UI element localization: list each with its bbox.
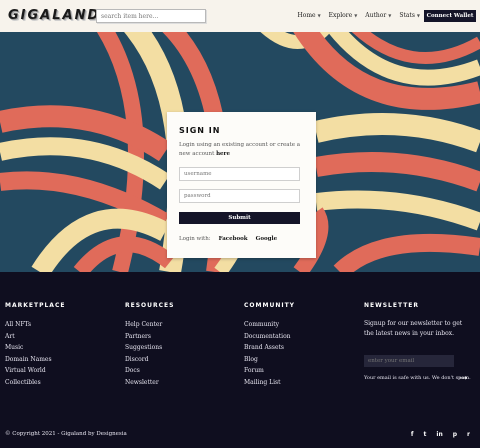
signin-subtitle-text: Login using an existing account or creat… bbox=[179, 142, 300, 157]
facebook-login-link[interactable]: Facebook bbox=[219, 236, 248, 242]
footer-col-newsletter: NEWSLETTER Signup for our newsletter to … bbox=[364, 302, 471, 384]
footer-link[interactable]: Art bbox=[5, 331, 65, 343]
newsletter-note: Your email is safe with us. We don't spa… bbox=[364, 375, 471, 381]
submit-button[interactable]: Submit bbox=[179, 212, 300, 224]
nav-explore[interactable]: Explore ▼ bbox=[329, 12, 358, 19]
rss-icon[interactable]: r bbox=[467, 431, 470, 438]
footer-link[interactable]: Documentation bbox=[244, 331, 295, 343]
password-field[interactable] bbox=[179, 189, 300, 203]
chevron-down-icon: ▼ bbox=[354, 13, 358, 18]
main-nav: Home ▼ Explore ▼ Author ▼ Stats ▼ bbox=[297, 12, 420, 19]
nav-author[interactable]: Author ▼ bbox=[365, 12, 391, 19]
nav-stats[interactable]: Stats ▼ bbox=[399, 12, 420, 19]
footer-link[interactable]: Newsletter bbox=[125, 377, 174, 389]
newsletter-title: NEWSLETTER bbox=[364, 302, 420, 309]
login-with-label: Login with: bbox=[179, 236, 211, 242]
footer-link[interactable]: Collectibles bbox=[5, 377, 65, 389]
signup-link[interactable]: here bbox=[216, 151, 230, 157]
hero-section: SIGN IN Login using an existing account … bbox=[0, 32, 480, 272]
footer-col-community: COMMUNITY Community Documentation Brand … bbox=[244, 302, 295, 388]
nav-stats-label: Stats bbox=[399, 12, 415, 19]
linkedin-icon[interactable]: in bbox=[436, 431, 442, 438]
signin-title: SIGN IN bbox=[179, 126, 221, 135]
site-logo[interactable]: GIGALAND bbox=[8, 8, 100, 23]
chevron-down-icon: ▼ bbox=[416, 13, 420, 18]
nav-author-label: Author bbox=[365, 12, 387, 19]
footer-link[interactable]: Domain Names bbox=[5, 354, 65, 366]
footer-link[interactable]: Discord bbox=[125, 354, 174, 366]
username-field[interactable] bbox=[179, 167, 300, 181]
footer-link[interactable]: Community bbox=[244, 319, 295, 331]
footer-col-marketplace: MARKETPLACE All NFTs Art Music Domain Na… bbox=[5, 302, 65, 388]
newsletter-text: Signup for our newsletter to get the lat… bbox=[364, 320, 463, 337]
footer-col-title: MARKETPLACE bbox=[5, 302, 66, 309]
footer-link[interactable]: Partners bbox=[125, 331, 174, 343]
footer-link[interactable]: Help Center bbox=[125, 319, 174, 331]
pinterest-icon[interactable]: p bbox=[453, 431, 457, 438]
social-login: Login with: Facebook Google bbox=[179, 236, 304, 242]
signin-card: SIGN IN Login using an existing account … bbox=[167, 112, 316, 258]
footer-link[interactable]: Brand Assets bbox=[244, 342, 295, 354]
search-input[interactable] bbox=[96, 9, 206, 23]
chevron-down-icon: ▼ bbox=[317, 13, 321, 18]
footer-link[interactable]: Virtual World bbox=[5, 365, 65, 377]
social-icons: f t in p r bbox=[411, 431, 470, 438]
connect-wallet-button[interactable]: Connect Wallet bbox=[424, 10, 476, 22]
chevron-down-icon: ▼ bbox=[388, 13, 392, 18]
twitter-icon[interactable]: t bbox=[424, 431, 427, 438]
footer-col-title: RESOURCES bbox=[125, 302, 175, 309]
footer-link[interactable]: Forum bbox=[244, 365, 295, 377]
facebook-icon[interactable]: f bbox=[411, 431, 414, 438]
footer-link[interactable]: Suggestions bbox=[125, 342, 174, 354]
footer-link[interactable]: All NFTs bbox=[5, 319, 65, 331]
footer-link[interactable]: Mailing List bbox=[244, 377, 295, 389]
site-footer: MARKETPLACE All NFTs Art Music Domain Na… bbox=[0, 272, 480, 448]
nav-home[interactable]: Home ▼ bbox=[297, 12, 320, 19]
footer-link[interactable]: Docs bbox=[125, 365, 174, 377]
google-login-link[interactable]: Google bbox=[256, 236, 277, 242]
signin-subtitle: Login using an existing account or creat… bbox=[179, 141, 304, 159]
footer-link[interactable]: Blog bbox=[244, 354, 295, 366]
newsletter-email-input[interactable] bbox=[364, 355, 454, 367]
footer-col-title: COMMUNITY bbox=[244, 302, 296, 309]
arrow-right-icon[interactable]: → bbox=[459, 373, 467, 384]
footer-col-resources: RESOURCES Help Center Partners Suggestio… bbox=[125, 302, 174, 388]
nav-home-label: Home bbox=[297, 12, 316, 19]
footer-link[interactable]: Music bbox=[5, 342, 65, 354]
top-header: GIGALAND Home▼ Explore▼ Author▼ Stats▼ C… bbox=[0, 0, 480, 32]
copyright-text: © Copyright 2021 - Gigaland by Designesi… bbox=[5, 431, 127, 437]
nav-explore-label: Explore bbox=[328, 12, 353, 19]
